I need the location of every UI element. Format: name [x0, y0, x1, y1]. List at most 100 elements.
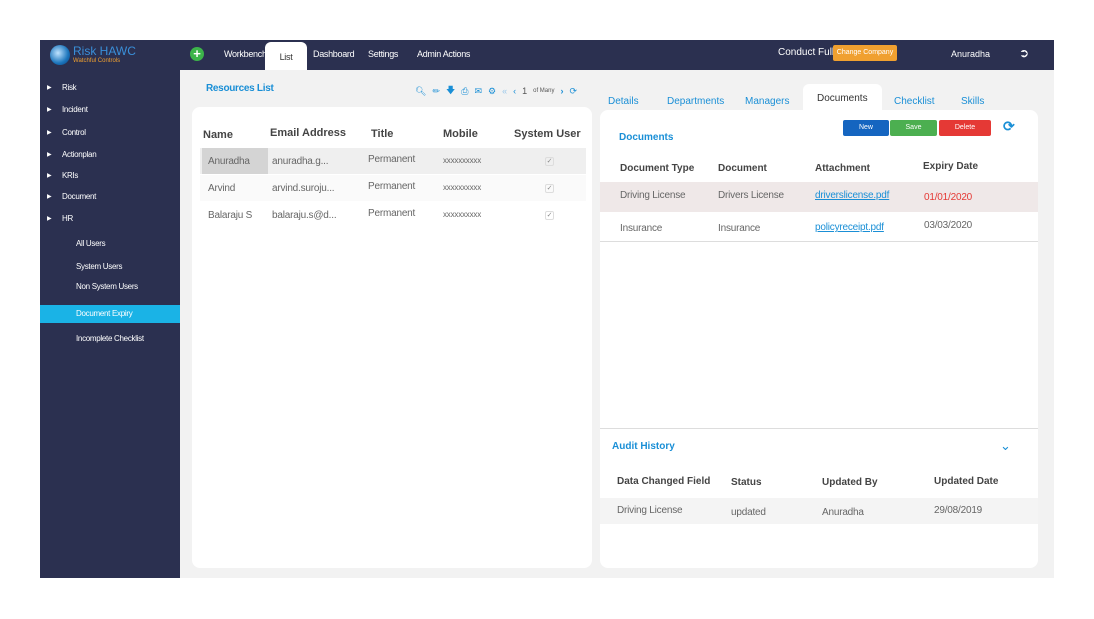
- user-name: Anuradha: [951, 49, 991, 59]
- caret-icon: ▶: [47, 194, 52, 200]
- sidebar-item-system-users[interactable]: System Users: [40, 258, 180, 276]
- sidebar-item-risk[interactable]: ▶ Risk: [40, 79, 180, 97]
- sidebar: ▶ Risk ▶ Incident ▶ Control ▶ Actionplan ▶ KR…: [40, 70, 180, 578]
- updated-date-cell: 29/08/2019: [934, 505, 983, 516]
- name-cell[interactable]: Anuradha: [208, 156, 250, 167]
- audit-title: Audit History: [612, 441, 675, 452]
- label: System Users: [76, 262, 123, 271]
- email-cell: balaraju.s@d...: [272, 210, 337, 221]
- nav-settings[interactable]: Settings: [368, 40, 398, 70]
- chevron-down-icon[interactable]: ⌄: [1000, 438, 1011, 454]
- prev-page-icon[interactable]: ‹: [513, 86, 516, 96]
- table-row[interactable]: Balaraju S balaraju.s@d... Permanent xxx…: [200, 202, 586, 228]
- attachment-link[interactable]: policyreceipt.pdf: [815, 222, 884, 233]
- sidebar-item-hr[interactable]: ▶ HR: [40, 210, 180, 228]
- col-expiry-date: Expiry Date: [923, 161, 979, 172]
- sidebar-item-control[interactable]: ▶ Control: [40, 124, 180, 142]
- change-company-button[interactable]: Change Company: [833, 45, 897, 61]
- col-document: Document: [718, 163, 767, 174]
- email-icon[interactable]: ✉: [474, 86, 482, 97]
- logo: Risk HAWC Watchful Controls: [50, 43, 170, 67]
- sidebar-item-incident[interactable]: ▶ Incident: [40, 101, 180, 119]
- name-cell[interactable]: Arvind: [208, 183, 235, 194]
- save-button[interactable]: Save: [890, 120, 937, 136]
- col-mobile[interactable]: Mobile: [443, 128, 478, 140]
- sidebar-item-kris[interactable]: ▶ KRIs: [40, 167, 180, 185]
- divider: [600, 428, 1038, 429]
- system-user-checkbox[interactable]: ✓: [545, 211, 554, 220]
- document-row[interactable]: Driving License Drivers License driversl…: [600, 182, 1038, 212]
- globe-icon: [50, 45, 70, 65]
- print-icon[interactable]: ⎙: [461, 86, 468, 97]
- sidebar-item-incomplete-checklist[interactable]: Incomplete Checklist: [40, 330, 180, 348]
- field-cell: Driving License: [617, 505, 683, 516]
- system-user-checkbox[interactable]: ✓: [545, 184, 554, 193]
- new-button[interactable]: New: [843, 120, 889, 136]
- col-title[interactable]: Title: [371, 128, 393, 140]
- gear-icon[interactable]: ⚙: [488, 86, 496, 97]
- mobile-cell: xxxxxxxxxx: [443, 183, 482, 192]
- logo-title: Risk HAWC: [73, 44, 136, 58]
- name-cell[interactable]: Balaraju S: [208, 210, 252, 221]
- sidebar-item-actionplan[interactable]: ▶ Actionplan: [40, 146, 180, 164]
- document-row[interactable]: Insurance Insurance policyreceipt.pdf 03…: [600, 212, 1038, 242]
- label: Risk: [62, 83, 77, 92]
- title-cell: Permanent: [368, 181, 416, 192]
- label: Incident: [62, 105, 88, 114]
- caret-icon: ▶: [47, 107, 52, 113]
- col-updated-by: Updated By: [822, 477, 878, 488]
- logout-icon[interactable]: ➲: [1019, 46, 1029, 60]
- col-system-user[interactable]: System User: [514, 128, 581, 140]
- table-row[interactable]: Arvind arvind.suroju... Permanent xxxxxx…: [200, 175, 586, 201]
- col-email[interactable]: Email Address: [270, 127, 346, 139]
- table-row[interactable]: Anuradha anuradha.g... Permanent xxxxxxx…: [200, 148, 586, 174]
- expiry-cell: 01/01/2020: [924, 192, 973, 203]
- sidebar-item-document-expiry[interactable]: Document Expiry: [40, 305, 180, 323]
- email-cell: anuradha.g...: [272, 156, 329, 167]
- document-cell: Insurance: [718, 223, 761, 234]
- nav-admin-actions[interactable]: Admin Actions: [417, 40, 470, 70]
- type-cell: Insurance: [620, 223, 663, 234]
- mobile-cell: xxxxxxxxxx: [443, 156, 482, 165]
- label: Actionplan: [62, 150, 97, 159]
- search-icon[interactable]: 🔍︎: [415, 86, 426, 97]
- expiry-cell: 03/03/2020: [924, 220, 973, 231]
- updated-by-cell: Anuradha: [822, 507, 864, 518]
- resources-title: Resources List: [206, 83, 274, 94]
- col-document-type: Document Type: [620, 163, 695, 174]
- mobile-cell: xxxxxxxxxx: [443, 210, 482, 219]
- caret-icon: ▶: [47, 152, 52, 158]
- label: Incomplete Checklist: [76, 334, 144, 343]
- attachment-link[interactable]: driverslicense.pdf: [815, 190, 889, 201]
- nav-dashboard[interactable]: Dashboard: [313, 40, 355, 70]
- refresh-icon[interactable]: ⟳: [1003, 118, 1015, 135]
- resources-panel: Name Email Address Title Mobile System U…: [192, 107, 592, 568]
- label: All Users: [76, 239, 106, 248]
- col-name[interactable]: Name: [203, 129, 233, 141]
- download-icon[interactable]: 🡇: [446, 83, 455, 99]
- add-icon[interactable]: +: [190, 47, 204, 61]
- eraser-icon[interactable]: ✏: [432, 86, 440, 97]
- resources-toolbar: 🔍︎ ✏ 🡇 ⎙ ✉ ⚙ « ‹ 1 of Many › ⟳: [415, 83, 577, 99]
- title-cell: Permanent: [368, 208, 416, 219]
- title-cell: Permanent: [368, 154, 416, 165]
- first-page-icon[interactable]: «: [502, 86, 507, 96]
- app: Risk HAWC Watchful Controls + Workbench …: [40, 40, 1054, 578]
- sidebar-item-document[interactable]: ▶ Document: [40, 188, 180, 206]
- nav-workbench[interactable]: Workbench: [224, 40, 267, 70]
- tab-documents[interactable]: Documents: [803, 84, 882, 112]
- label: HR: [62, 214, 73, 223]
- nav-list[interactable]: List: [265, 42, 307, 70]
- label: Document: [62, 192, 97, 201]
- label: KRIs: [62, 171, 79, 180]
- refresh-icon[interactable]: ⟳: [569, 86, 577, 97]
- caret-icon: ▶: [47, 85, 52, 91]
- system-user-checkbox[interactable]: ✓: [545, 157, 554, 166]
- documents-panel: Documents New Save Delete ⟳ Document Typ…: [600, 110, 1038, 568]
- delete-button[interactable]: Delete: [939, 120, 991, 136]
- email-cell: arvind.suroju...: [272, 183, 335, 194]
- company-name: Conduct Full: [778, 47, 835, 58]
- next-page-icon[interactable]: ›: [560, 86, 563, 96]
- sidebar-item-non-system-users[interactable]: Non System Users: [40, 278, 180, 296]
- sidebar-item-all-users[interactable]: All Users: [40, 235, 180, 253]
